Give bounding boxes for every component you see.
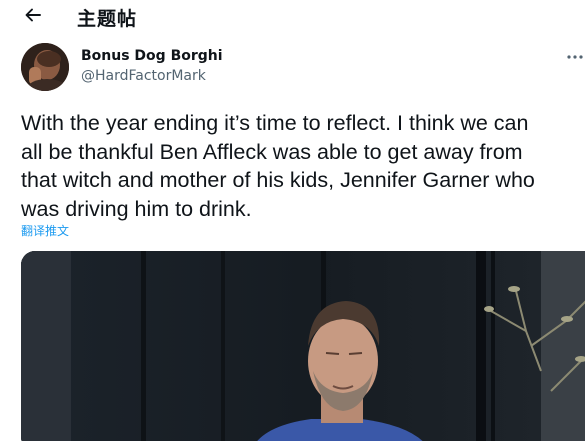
back-button[interactable] [22,4,44,26]
author-handle[interactable]: @HardFactorMark [81,68,206,84]
more-options-button[interactable] [566,48,584,66]
photo-man-eyes-closed [21,251,585,441]
tweet-media-image[interactable] [21,251,585,441]
translate-tweet-link[interactable]: 翻译推文 [21,222,69,239]
avatar[interactable] [21,43,69,91]
more-horizontal-icon [567,55,583,59]
author-display-name[interactable]: Bonus Dog Borghi [81,48,223,64]
tweet-author: Bonus Dog Borghi @HardFactorMark [0,40,585,96]
thread-header: 主题帖 [0,0,585,32]
tweet-text: With the year ending it’s time to reflec… [21,111,535,221]
thread-page: 主题帖 Bonus Dog Borghi @HardFactorMark Wit… [0,0,585,441]
arrow-left-icon [25,8,41,22]
page-title: 主题帖 [77,8,138,30]
